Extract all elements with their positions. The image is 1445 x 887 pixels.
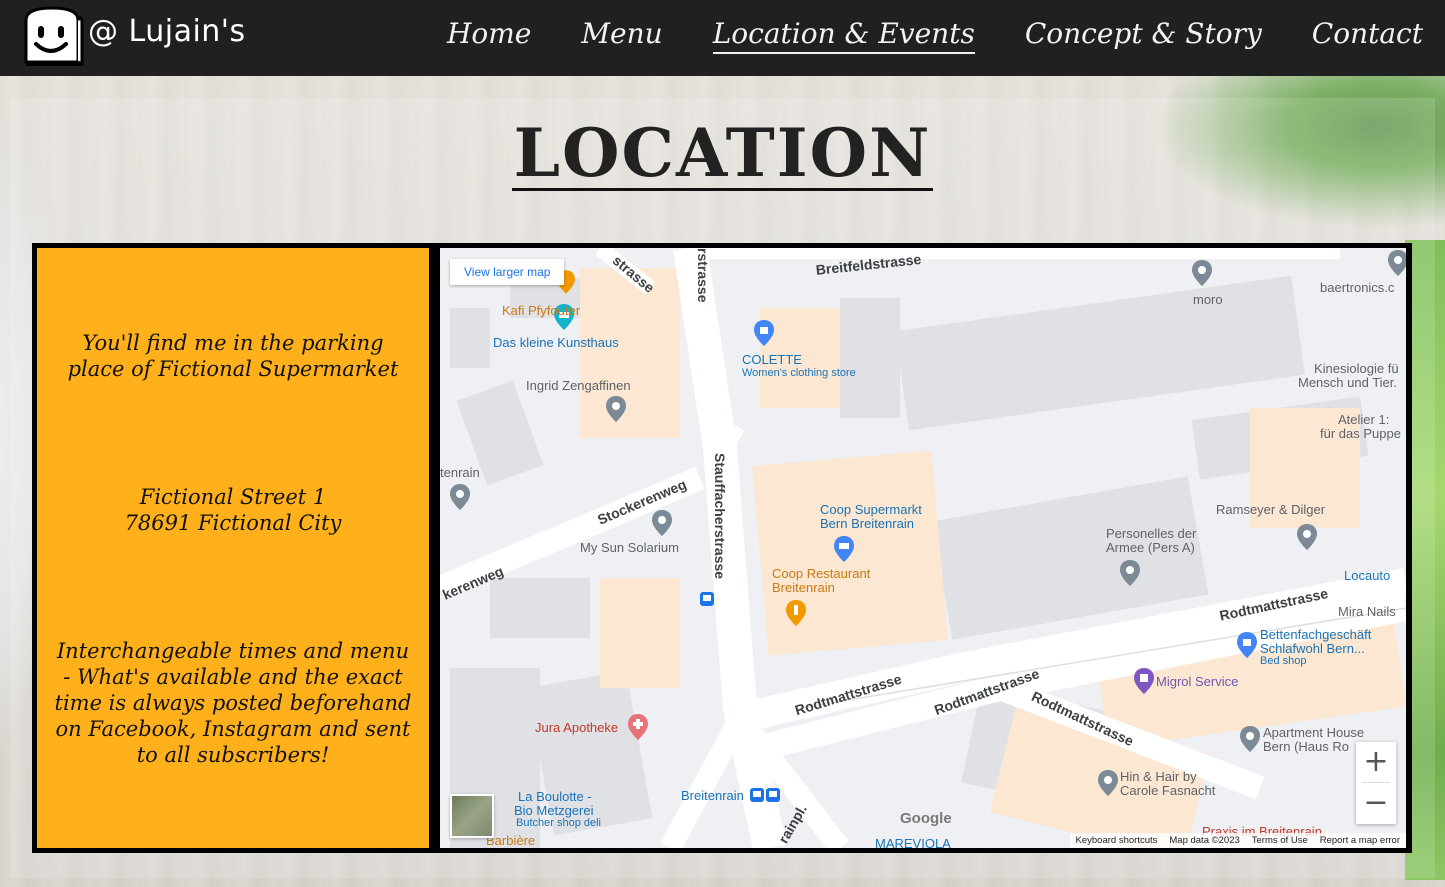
nav-contact[interactable]: Contact bbox=[1312, 16, 1423, 54]
map-transit-label[interactable]: Breitenrain bbox=[681, 788, 744, 803]
zoom-out-button[interactable]: − bbox=[1356, 783, 1396, 823]
place-pin-icon[interactable] bbox=[606, 396, 626, 422]
supermarket-pin-icon[interactable] bbox=[834, 536, 854, 562]
map-place-label[interactable]: Bio Metzgerei bbox=[514, 803, 593, 818]
map-place-label[interactable]: moro bbox=[1193, 292, 1223, 307]
map-place-label[interactable]: Bern (Haus Ro bbox=[1263, 739, 1349, 754]
nav-concept-story[interactable]: Concept & Story bbox=[1025, 16, 1262, 54]
map-data-text: Map data ©2023 bbox=[1169, 835, 1240, 846]
page-title: LOCATION bbox=[511, 114, 934, 192]
brand-name[interactable]: @ Lujain's bbox=[88, 14, 246, 49]
address-city: 78691 Fictional City bbox=[124, 511, 342, 535]
zoom-in-button[interactable]: + bbox=[1356, 742, 1396, 782]
map-place-label[interactable]: Das kleine Kunsthaus bbox=[493, 335, 619, 350]
map-place-label[interactable]: tenrain bbox=[440, 465, 480, 480]
place-pin-icon[interactable] bbox=[1120, 560, 1140, 586]
map-place-label[interactable]: Coop Supermarkt bbox=[820, 502, 922, 517]
map-place-label[interactable]: COLETTE bbox=[742, 352, 802, 367]
location-info-panel: You'll find me in the parking place of F… bbox=[37, 248, 429, 848]
map-place-label[interactable]: My Sun Solarium bbox=[580, 540, 679, 555]
map-place-label[interactable]: MAREVIOLA bbox=[875, 836, 951, 848]
map-place-label[interactable]: Apartment House bbox=[1263, 725, 1364, 740]
embedded-map[interactable]: Breitfeldstrasse rstrasse strasse Stauff… bbox=[440, 248, 1406, 848]
address-text: Fictional Street 1 78691 Fictional City bbox=[53, 484, 413, 536]
place-pin-icon[interactable] bbox=[1388, 250, 1406, 276]
map-attribution-bar: Keyboard shortcuts Map data ©2023 Terms … bbox=[1069, 833, 1406, 848]
nav-location-events[interactable]: Location & Events bbox=[712, 16, 975, 54]
parking-text: You'll find me in the parking place of F… bbox=[67, 331, 399, 381]
map-place-label[interactable]: Personelles der bbox=[1106, 526, 1196, 541]
page-heading-wrap: LOCATION bbox=[0, 118, 1445, 191]
shopping-pin-icon[interactable] bbox=[1237, 632, 1257, 658]
schedule-text: Interchangeable times and menu - What's … bbox=[54, 639, 412, 767]
restaurant-pin-icon[interactable] bbox=[786, 600, 806, 626]
navbar: @ Lujain's Home Menu Location & Events C… bbox=[0, 0, 1445, 76]
view-larger-map-link[interactable]: View larger map bbox=[450, 259, 565, 285]
map-place-label[interactable]: Kafi Pfyfouter bbox=[502, 303, 580, 318]
location-box: You'll find me in the parking place of F… bbox=[32, 243, 1412, 853]
map-place-label[interactable]: Jura Apotheke bbox=[535, 720, 618, 735]
map-place-label[interactable]: Breitenrain bbox=[772, 580, 835, 595]
place-pin-icon[interactable] bbox=[1240, 726, 1260, 752]
map-place-label[interactable]: Bettenfachgeschäft bbox=[1260, 627, 1371, 642]
map-place-label[interactable]: Atelier 1: bbox=[1338, 412, 1389, 427]
report-map-error-link[interactable]: Report a map error bbox=[1320, 835, 1400, 846]
map-place-label[interactable]: Locauto bbox=[1344, 568, 1390, 583]
pharmacy-pin-icon[interactable] bbox=[628, 714, 648, 740]
place-pin-icon[interactable] bbox=[1192, 260, 1212, 286]
place-pin-icon[interactable] bbox=[450, 484, 470, 510]
place-pin-icon[interactable] bbox=[1297, 524, 1317, 550]
map-place-label[interactable]: Mira Nails bbox=[1338, 604, 1396, 619]
shopping-pin-icon[interactable] bbox=[754, 320, 774, 346]
map-place-sublabel: Butcher shop deli bbox=[516, 817, 601, 829]
keyboard-shortcuts-link[interactable]: Keyboard shortcuts bbox=[1076, 835, 1158, 846]
map-place-label[interactable]: Migrol Service bbox=[1156, 674, 1238, 689]
toast-logo-icon[interactable] bbox=[20, 6, 84, 68]
map-place-label[interactable]: für das Puppe bbox=[1320, 426, 1401, 441]
map-place-label[interactable]: Mensch und Tier. bbox=[1298, 375, 1397, 390]
map-place-label[interactable]: Hin & Hair by bbox=[1120, 769, 1197, 784]
street-label: Stauffacherstrasse bbox=[712, 453, 728, 580]
map-place-label[interactable]: Ramseyer & Dilger bbox=[1216, 502, 1325, 517]
terms-of-use-link[interactable]: Terms of Use bbox=[1252, 835, 1308, 846]
map-place-label[interactable]: La Boulotte - bbox=[518, 789, 592, 804]
place-pin-icon[interactable] bbox=[652, 510, 672, 536]
map-place-sublabel: Bed shop bbox=[1260, 655, 1307, 667]
map-place-label[interactable]: Bern Breitenrain bbox=[820, 516, 914, 531]
google-logo: Google bbox=[900, 810, 952, 827]
main-nav: Home Menu Location & Events Concept & St… bbox=[447, 16, 1423, 54]
nav-menu[interactable]: Menu bbox=[581, 16, 662, 54]
map-place-label[interactable]: baertronics.c bbox=[1320, 280, 1394, 295]
satellite-toggle-thumbnail[interactable] bbox=[450, 794, 494, 838]
fuel-pin-icon[interactable] bbox=[1134, 668, 1154, 694]
map-place-label[interactable]: Kinesiologie fü bbox=[1314, 361, 1399, 376]
map-place-label[interactable]: Coop Restaurant bbox=[772, 566, 870, 581]
street-label: rstrasse bbox=[695, 248, 711, 303]
nav-home[interactable]: Home bbox=[447, 16, 531, 54]
place-pin-icon[interactable] bbox=[1098, 770, 1118, 796]
address-street: Fictional Street 1 bbox=[139, 485, 327, 509]
bus-stop-icon[interactable] bbox=[700, 592, 714, 606]
map-place-label[interactable]: Ingrid Zengaffinen bbox=[526, 378, 631, 393]
map-place-label[interactable]: Schlafwohl Bern... bbox=[1260, 641, 1365, 656]
zoom-controls: + − bbox=[1356, 742, 1396, 824]
map-place-label[interactable]: Armee (Pers A) bbox=[1106, 540, 1195, 555]
transit-stop-icon[interactable] bbox=[750, 788, 780, 804]
map-place-sublabel: Women's clothing store bbox=[742, 367, 856, 379]
map-place-label[interactable]: Carole Fasnacht bbox=[1120, 783, 1215, 798]
